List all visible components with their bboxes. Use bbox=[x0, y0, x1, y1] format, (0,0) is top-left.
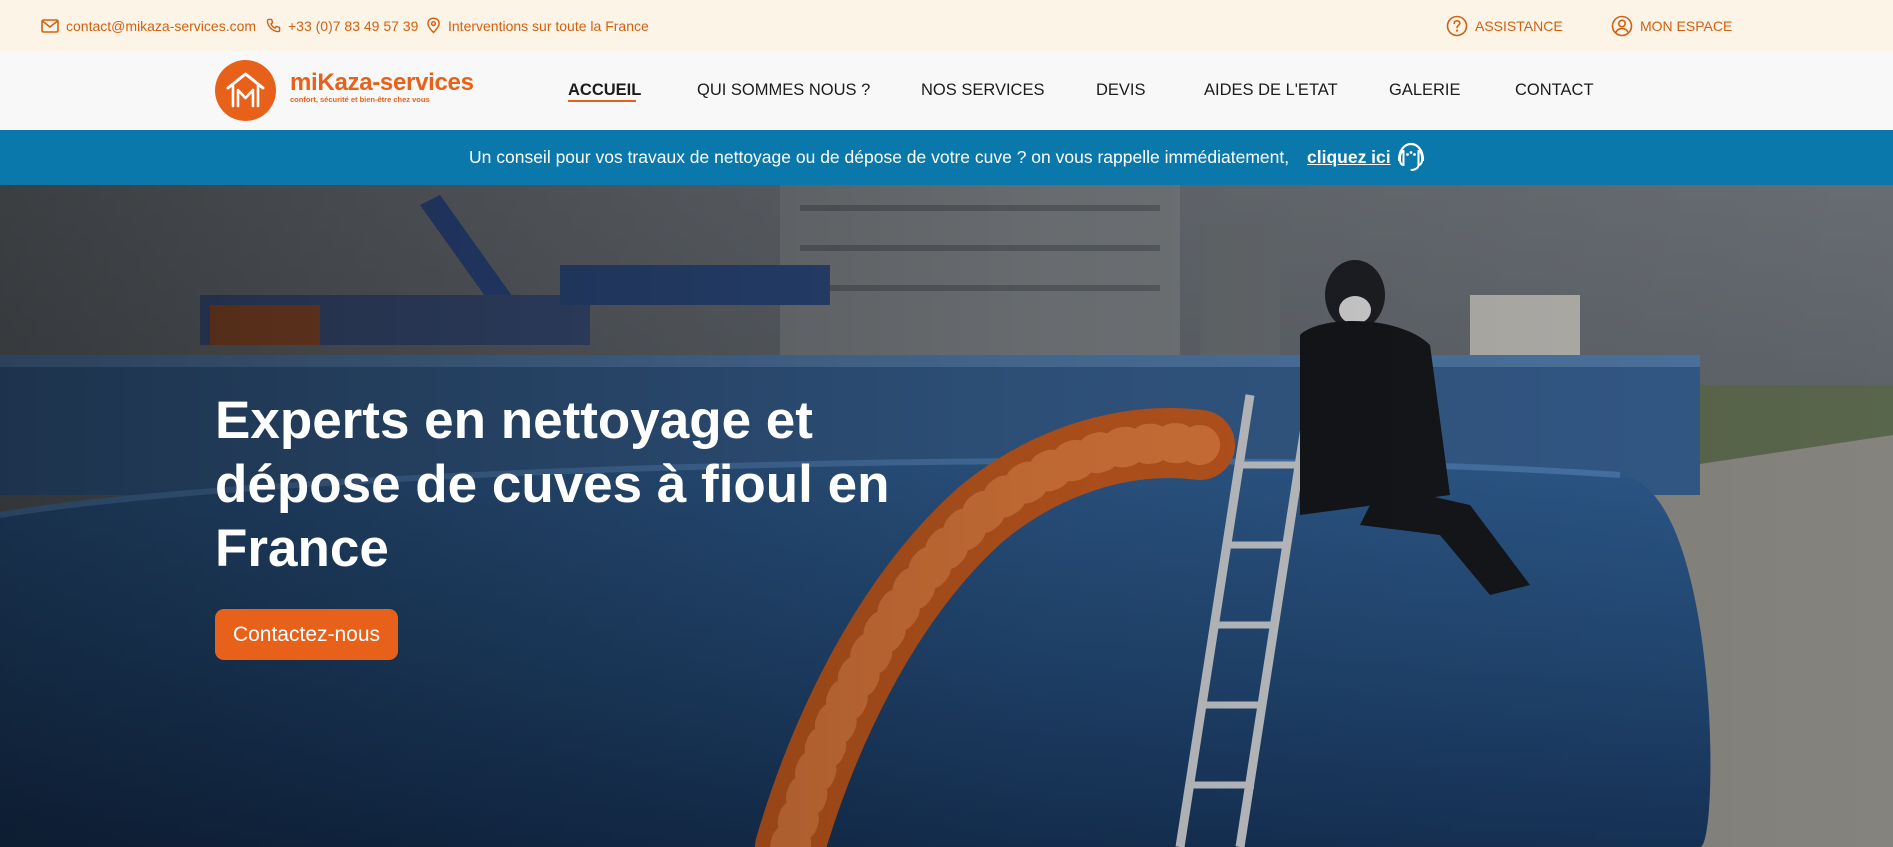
hero-title: Experts en nettoyage et dépose de cuves … bbox=[215, 391, 890, 578]
nav-item-nos-services[interactable]: NOS SERVICES bbox=[921, 51, 1044, 130]
logo-house-icon[interactable] bbox=[215, 60, 276, 121]
callback-banner: Un conseil pour vos travaux de nettoyage… bbox=[0, 130, 1893, 185]
nav-item-aides-etat[interactable]: AIDES DE L'ETAT bbox=[1204, 51, 1338, 130]
phone-text: +33 (0)7 83 49 57 39 bbox=[288, 17, 419, 34]
logo-name: miKaza-services bbox=[290, 69, 474, 96]
account-link[interactable]: MON ESPACE bbox=[1611, 0, 1732, 51]
contact-cta-button[interactable]: Contactez-nous bbox=[215, 609, 398, 660]
active-nav-underline bbox=[568, 100, 636, 102]
logo-tagline: confort, sécurité et bien-être chez vous bbox=[290, 95, 430, 104]
service-area-text: Interventions sur toute la France bbox=[448, 17, 649, 34]
phone-link[interactable]: +33 (0)7 83 49 57 39 bbox=[266, 0, 418, 51]
assistance-label: ASSISTANCE bbox=[1475, 17, 1563, 34]
phone-icon bbox=[266, 18, 281, 33]
envelope-icon bbox=[41, 18, 59, 33]
nav-item-accueil[interactable]: ACCUEIL bbox=[568, 51, 641, 130]
banner-link[interactable]: cliquez ici bbox=[1307, 130, 1391, 185]
nav-item-devis[interactable]: DEVIS bbox=[1096, 51, 1146, 130]
logo[interactable]: miKaza-services confort, sécurité et bie… bbox=[290, 69, 474, 105]
headset-icon[interactable] bbox=[1393, 139, 1429, 180]
banner-text: Un conseil pour vos travaux de nettoyage… bbox=[469, 147, 1290, 167]
user-circle-icon bbox=[1611, 15, 1633, 37]
email-link[interactable]: contact@mikaza-services.com bbox=[41, 0, 256, 51]
nav-item-qui-sommes-nous[interactable]: QUI SOMMES NOUS ? bbox=[697, 51, 870, 130]
help-circle-icon bbox=[1446, 15, 1468, 37]
top-utility-bar: contact@mikaza-services.com +33 (0)7 83 … bbox=[0, 0, 1893, 51]
service-area: Interventions sur toute la France bbox=[426, 0, 649, 51]
location-pin-icon bbox=[426, 17, 441, 34]
nav-item-contact[interactable]: CONTACT bbox=[1515, 51, 1594, 130]
assistance-link[interactable]: ASSISTANCE bbox=[1446, 0, 1563, 51]
account-label: MON ESPACE bbox=[1640, 17, 1733, 34]
nav-item-galerie[interactable]: GALERIE bbox=[1389, 51, 1461, 130]
hero-section: Experts en nettoyage et dépose de cuves … bbox=[0, 185, 1893, 847]
email-text: contact@mikaza-services.com bbox=[66, 17, 257, 34]
site-header: miKaza-services confort, sécurité et bie… bbox=[0, 51, 1893, 130]
